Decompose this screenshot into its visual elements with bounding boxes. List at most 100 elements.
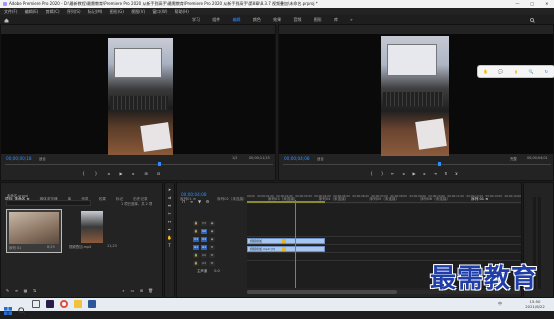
overwrite-icon[interactable]: ⊟ (156, 171, 161, 176)
pencil-icon[interactable]: ✎ (5, 288, 10, 293)
hand-tool-icon[interactable]: ✋ (167, 235, 172, 240)
menu-edit[interactable]: 编辑(E) (25, 9, 39, 14)
workspace-learn[interactable]: 学习 (192, 17, 200, 22)
task-view-icon[interactable] (32, 300, 40, 308)
eye-icon[interactable]: ◉ (209, 229, 215, 234)
program-scrub-bar[interactable] (283, 164, 551, 165)
minimize-button[interactable]: — (515, 0, 519, 8)
source-patch[interactable]: A1 (193, 245, 199, 250)
source-playhead[interactable] (158, 162, 161, 166)
menu-sequence[interactable]: 序列(S) (67, 9, 81, 14)
tab-effects[interactable]: 效果 (99, 197, 106, 202)
work-area-bar[interactable] (247, 201, 325, 203)
icon-view-icon[interactable]: ▦ (23, 288, 28, 293)
list-view-icon[interactable]: ≡ (14, 288, 19, 293)
close-button[interactable]: ✕ (545, 0, 548, 8)
mark-in-icon[interactable]: { (369, 171, 374, 176)
home-icon[interactable] (4, 17, 9, 23)
play-icon[interactable]: ▶ (119, 171, 124, 176)
search-icon[interactable]: ⌕ (121, 288, 126, 293)
word-icon[interactable] (88, 300, 96, 308)
file-explorer-icon[interactable] (74, 300, 82, 308)
step-back-icon[interactable]: ◂ (401, 171, 406, 176)
timeline-tab[interactable]: 序列02（未连接） (217, 197, 247, 202)
lock-icon[interactable]: 🔒 (193, 221, 199, 226)
menu-help[interactable]: 帮助(H) (175, 9, 189, 14)
new-bin-icon[interactable]: ▭ (130, 288, 135, 293)
workspace-libraries[interactable]: 库 (334, 17, 338, 22)
source-timecode-current[interactable]: 00;00;00;18 (6, 156, 32, 161)
lock-icon[interactable]: 🔒 (193, 253, 199, 258)
program-quality-select[interactable]: 完整 (510, 156, 517, 161)
ripple-edit-tool-icon[interactable]: ⇹ (167, 203, 172, 208)
trash-icon[interactable]: 🗑 (148, 288, 153, 293)
go-to-out-icon[interactable]: ⇥ (433, 171, 438, 176)
track-select-tool-icon[interactable]: ⇉ (167, 195, 172, 200)
marker-icon[interactable]: ▼ (197, 199, 202, 204)
mute-icon[interactable]: M (209, 253, 215, 258)
wrench-icon[interactable]: ⚙ (205, 199, 210, 204)
timeline-timecode[interactable]: 00;00;04;08 (181, 192, 207, 197)
step-back-icon[interactable]: ◂ (106, 171, 111, 176)
source-fit-select[interactable]: 适合 (39, 156, 46, 161)
search-icon[interactable] (18, 300, 26, 315)
extract-icon[interactable]: ⊻ (454, 171, 459, 176)
workspace-audio[interactable]: 音频 (293, 17, 301, 22)
mute-icon[interactable]: M (209, 261, 215, 266)
chat-icon[interactable]: 💬 (498, 69, 503, 74)
mute-icon[interactable]: M (209, 245, 215, 250)
lift-icon[interactable]: ⊼ (443, 171, 448, 176)
program-viewer[interactable] (279, 34, 553, 156)
program-timecode-current[interactable]: 00;00;04;08 (284, 156, 310, 161)
clock[interactable]: 15:50 2021/6/22 (520, 299, 550, 309)
folder-icon[interactable]: ▮ (513, 69, 518, 74)
menu-graphics[interactable]: 图形(G) (110, 9, 124, 14)
maximize-button[interactable]: □ (530, 0, 534, 8)
sort-icon[interactable]: ⇅ (32, 288, 37, 293)
master-volume[interactable]: 0.0 (214, 269, 219, 273)
workspace-graphics[interactable]: 图形 (314, 17, 322, 22)
mark-in-icon[interactable]: { (81, 171, 86, 176)
menu-view[interactable]: 视图(V) (131, 9, 145, 14)
project-item[interactable]: 视频叠加.mp4 11;23 (67, 209, 123, 253)
workspace-effects[interactable]: 效果 (273, 17, 281, 22)
new-item-icon[interactable]: ⊞ (139, 288, 144, 293)
lock-icon[interactable]: 🔒 (193, 261, 199, 266)
mark-out-icon[interactable]: } (380, 171, 385, 176)
workspace-editing[interactable]: 编辑 (233, 17, 241, 22)
project-search-input[interactable] (6, 200, 91, 206)
menu-marker[interactable]: 标记(M) (88, 9, 103, 14)
timeline-ruler[interactable]: 00;00 00;00;01;00 00;00;02;00 00;00;03;0… (247, 194, 521, 203)
arrow-icon[interactable]: ↻ (544, 69, 549, 74)
mark-out-icon[interactable]: } (94, 171, 99, 176)
workspace-color[interactable]: 颜色 (253, 17, 261, 22)
hand-icon[interactable]: ✋ (483, 69, 488, 74)
timeline-playhead[interactable] (295, 200, 296, 288)
menu-file[interactable]: 文件(F) (4, 9, 17, 14)
premiere-taskbar-icon[interactable] (46, 300, 54, 308)
snap-icon[interactable]: ⊓ (181, 199, 186, 204)
timeline-clip[interactable]: 视频叠加 (247, 238, 325, 244)
step-forward-icon[interactable]: ▸ (422, 171, 427, 176)
selection-tool-icon[interactable]: ➤ (167, 187, 172, 192)
pen-tool-icon[interactable]: ✒ (167, 227, 172, 232)
slip-tool-icon[interactable]: ↔ (167, 219, 172, 224)
source-patch[interactable]: V1 (193, 237, 199, 242)
eye-icon[interactable]: ◉ (209, 221, 215, 226)
source-scrub-bar[interactable] (5, 164, 273, 165)
windows-start-icon[interactable] (4, 300, 12, 315)
program-playhead[interactable] (438, 162, 441, 166)
type-tool-icon[interactable]: T (167, 243, 172, 248)
scrollbar-thumb[interactable] (247, 290, 397, 294)
razor-tool-icon[interactable]: ✂ (167, 211, 172, 216)
source-viewer[interactable] (1, 34, 275, 155)
timeline-clip[interactable]: 视频叠加.mp4 [V] (247, 246, 325, 252)
go-to-in-icon[interactable]: ⇤ (390, 171, 395, 176)
search-icon[interactable] (530, 17, 535, 23)
insert-icon[interactable]: ⊞ (144, 171, 149, 176)
menu-window[interactable]: 窗口(W) (152, 9, 167, 14)
lock-icon[interactable]: 🔒 (193, 229, 199, 234)
zoom-icon[interactable]: 🔍 (529, 69, 534, 74)
eye-icon[interactable]: ◉ (209, 237, 215, 242)
workspace-assembly[interactable]: 组件 (212, 17, 220, 22)
